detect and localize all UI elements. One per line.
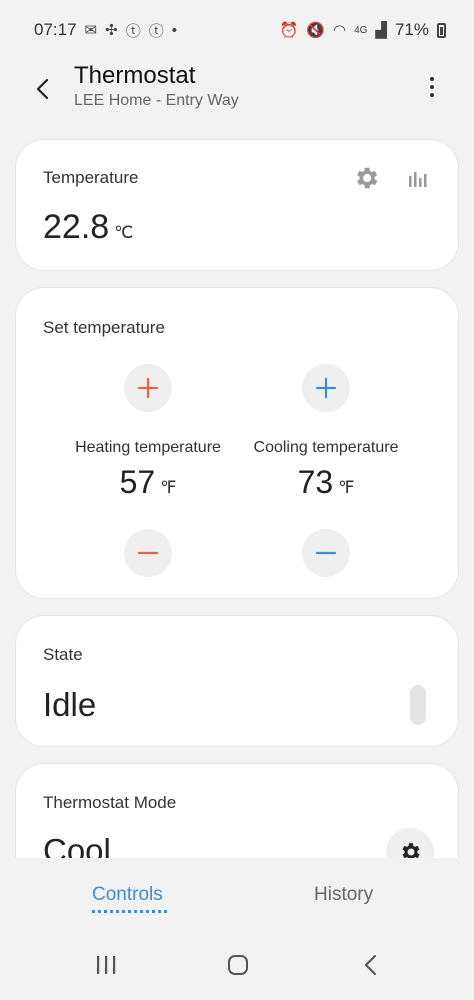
history-chart-button[interactable]: [406, 166, 430, 190]
status-bar-right: ⏰ 🔇 ◠ 4G ▟ 71%: [280, 20, 446, 40]
recent-apps-icon: [97, 956, 116, 974]
signal-icon: ▟: [375, 22, 387, 39]
network-type: 4G: [354, 24, 368, 36]
page-title: Thermostat: [74, 62, 196, 89]
home-button[interactable]: [221, 948, 255, 982]
settings-button[interactable]: [352, 164, 380, 192]
tab-controls-indicator: [92, 910, 167, 913]
heating-temperature-unit: ℉: [160, 478, 177, 497]
current-temperature-value: 22.8: [43, 208, 110, 246]
pinwheel-icon: ✣: [105, 22, 118, 39]
page-subtitle: LEE Home - Entry Way: [74, 92, 239, 109]
heating-increase-button[interactable]: [124, 364, 172, 412]
minus-icon: [137, 551, 159, 555]
t-badge-icon: ⓣ: [125, 22, 141, 40]
cooling-temperature: 73 ℉: [241, 464, 411, 501]
gear-icon: [357, 167, 378, 189]
set-temperature-card: Set temperature Heating temperature Cool…: [16, 288, 458, 598]
cooling-increase-button[interactable]: [302, 364, 350, 412]
wifi-icon: ◠: [332, 22, 347, 39]
tab-controls[interactable]: Controls: [92, 884, 163, 906]
cooling-temperature-value: 73: [297, 464, 334, 500]
app-bar: Thermostat LEE Home - Entry Way: [0, 60, 474, 124]
current-temperature-unit: ℃: [114, 223, 134, 242]
t-badge-icon: ⓣ: [148, 22, 164, 40]
bar-chart-icon: [409, 172, 427, 187]
alarm-icon: ⏰: [279, 22, 299, 39]
plus-icon: [137, 377, 159, 399]
temperature-card: Temperature 22.8 ℃: [16, 140, 458, 270]
tab-history[interactable]: History: [314, 884, 373, 906]
home-icon: [228, 955, 248, 975]
dot-icon: •: [171, 21, 177, 39]
system-nav-bar: [0, 930, 474, 1000]
recent-apps-button[interactable]: [89, 948, 123, 982]
back-button[interactable]: [28, 74, 58, 104]
state-value: Idle: [43, 686, 97, 723]
temperature-label: Temperature: [43, 168, 139, 187]
cooling-temperature-label: Cooling temperature: [253, 439, 399, 456]
back-icon: [364, 954, 377, 976]
heating-temperature-label: Heating temperature: [75, 439, 221, 456]
mute-icon: 🔇: [306, 22, 325, 39]
set-temperature-label: Set temperature: [43, 318, 165, 337]
bottom-tab-bar: Controls History: [0, 858, 474, 930]
status-time: 07:17: [34, 20, 77, 39]
heating-decrease-button[interactable]: [124, 529, 172, 577]
system-back-button[interactable]: [354, 948, 388, 982]
status-bar: 07:17 ✉ ✣ ⓣ ⓣ • ⏰ 🔇 ◠ 4G ▟ 71%: [0, 0, 474, 60]
plus-icon: [315, 377, 337, 399]
cooling-temperature-unit: ℉: [338, 478, 355, 497]
current-temperature: 22.8 ℃: [43, 208, 133, 247]
more-options-icon[interactable]: [420, 72, 444, 102]
state-scroll-handle[interactable]: [410, 685, 426, 725]
heating-temperature: 57 ℉: [63, 464, 233, 501]
state-label: State: [43, 645, 83, 664]
minus-icon: [315, 551, 337, 555]
battery-percent: 71%: [394, 20, 429, 39]
battery-icon: [437, 22, 446, 38]
thermostat-mode-label: Thermostat Mode: [43, 793, 177, 812]
cooling-decrease-button[interactable]: [302, 529, 350, 577]
heating-temperature-value: 57: [119, 464, 156, 500]
message-icon: ✉: [84, 22, 98, 39]
status-bar-left: 07:17 ✉ ✣ ⓣ ⓣ •: [34, 20, 177, 41]
back-arrow-icon: [36, 78, 49, 100]
state-card: State Idle: [16, 616, 458, 746]
